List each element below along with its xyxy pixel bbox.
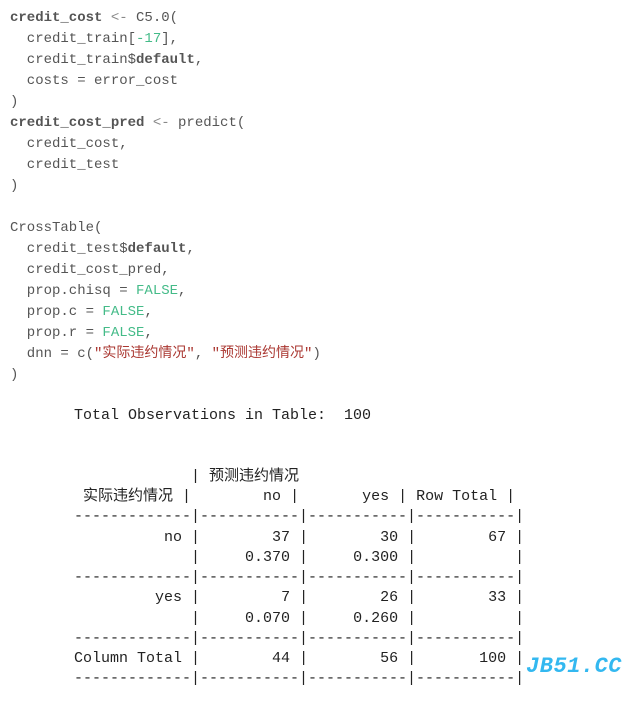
watermark-text: JB51.CC xyxy=(526,652,622,682)
code-token: , xyxy=(186,241,194,257)
code-token: costs = error_cost xyxy=(10,73,178,89)
output-line: Column Total | 44 | 56 | 100 | xyxy=(74,650,524,667)
code-token: predict( xyxy=(178,115,245,131)
code-token: CrossTable( xyxy=(10,220,102,236)
code-token: credit_test$ xyxy=(10,241,128,257)
output-separator: -------------|-----------|-----------|--… xyxy=(74,508,524,525)
code-token: C5.0( xyxy=(136,10,178,26)
code-token: prop.chisq = xyxy=(10,283,136,299)
code-token: <- xyxy=(144,115,178,131)
code-token: , xyxy=(144,304,152,320)
code-token: dnn = c( xyxy=(10,346,94,362)
code-token: , xyxy=(195,346,212,362)
code-token: ) xyxy=(10,367,18,383)
code-token: default xyxy=(128,241,187,257)
code-token: FALSE xyxy=(102,304,144,320)
code-token: , xyxy=(144,325,152,341)
code-token: -17 xyxy=(136,31,161,47)
output-line: 实际违约情况 | no | yes | Row Total | xyxy=(74,488,515,505)
code-token: credit_test xyxy=(10,157,119,173)
output-separator: -------------|-----------|-----------|--… xyxy=(74,630,524,647)
code-token: ) xyxy=(10,178,18,194)
code-token: ) xyxy=(10,94,18,110)
code-token: credit_cost_pred, xyxy=(10,262,170,278)
code-token: <- xyxy=(102,10,136,26)
code-token: credit_cost xyxy=(10,10,102,26)
code-token: "实际违约情况" xyxy=(94,346,195,362)
code-token: prop.r = xyxy=(10,325,102,341)
code-token: FALSE xyxy=(136,283,178,299)
output-line: | 预测违约情况 xyxy=(74,468,299,485)
crosstable-output: Total Observations in Table: 100 | 预测违约情… xyxy=(0,394,640,690)
output-line: | 0.070 | 0.260 | | xyxy=(74,610,524,627)
code-token: , xyxy=(178,283,186,299)
code-token: default xyxy=(136,52,195,68)
code-token: credit_train$ xyxy=(10,52,136,68)
code-token: , xyxy=(195,52,203,68)
output-title: Total Observations in Table: 100 xyxy=(74,407,371,424)
output-separator: -------------|-----------|-----------|--… xyxy=(74,569,524,586)
r-code-block: credit_cost <- C5.0( credit_train[-17], … xyxy=(0,0,640,394)
code-token: credit_cost_pred xyxy=(10,115,144,131)
output-line: yes | 7 | 26 | 33 | xyxy=(74,589,524,606)
output-separator: -------------|-----------|-----------|--… xyxy=(74,670,524,687)
code-token: ) xyxy=(312,346,320,362)
code-token: "预测违约情况" xyxy=(212,346,313,362)
code-token: ], xyxy=(161,31,178,47)
code-token: credit_train[ xyxy=(10,31,136,47)
code-token: credit_cost, xyxy=(10,136,128,152)
code-token: FALSE xyxy=(102,325,144,341)
output-line: | 0.370 | 0.300 | | xyxy=(74,549,524,566)
code-token: prop.c = xyxy=(10,304,102,320)
output-line: no | 37 | 30 | 67 | xyxy=(74,529,524,546)
